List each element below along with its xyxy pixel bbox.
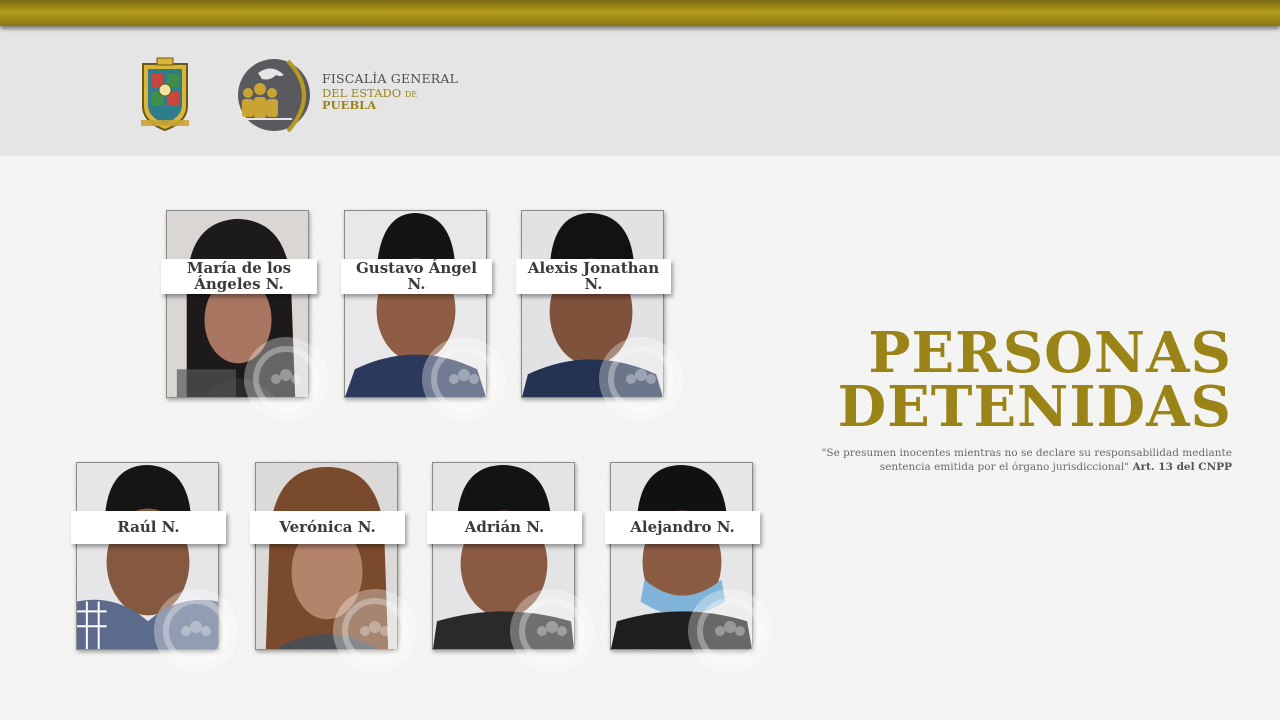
detainee-card: Adrián N. [427,462,594,673]
watermark-logo-icon [510,589,594,673]
title-block: PERSONAS DETENIDAS "Se presumen inocente… [822,320,1232,474]
agency-name: FISCALÍA GENERAL DEL ESTADO DE PUEBLA [322,71,462,112]
detainee-name-label: Alexis Jonathan N. [516,259,671,294]
detainee-card: Raúl N. [71,462,238,673]
detainee-card: Alejandro N. [605,462,772,673]
detainee-card: María de los Ángeles N. [161,210,328,421]
title-line-1: PERSONAS [868,320,1232,386]
fiscalia-logo-icon [238,59,310,133]
disclaimer-line-2: sentencia emitida por el órgano jurisdic… [822,460,1232,474]
detainee-name-label: María de los Ángeles N. [161,259,317,294]
top-gold-bar [0,0,1280,26]
disclaimer-line-1: "Se presumen inocentes mientras no se de… [821,447,1232,459]
watermark-logo-icon [599,337,683,421]
watermark-logo-icon [154,589,238,673]
detainee-name-label: Verónica N. [250,511,405,544]
agency-line-1: FISCALÍA GENERAL [322,71,459,86]
legal-disclaimer: "Se presumen inocentes mientras no se de… [822,446,1232,474]
watermark-logo-icon [422,337,506,421]
detainee-card: Verónica N. [250,462,417,673]
detainee-card: Alexis Jonathan N. [516,210,683,421]
title-line-2: DETENIDAS [837,374,1232,440]
watermark-logo-icon [244,337,328,421]
agency-line-3: PUEBLA [322,98,377,112]
coat-of-arms-icon [141,57,189,132]
disclaimer-line-2-text: sentencia emitida por el órgano jurisdic… [879,461,1130,473]
detainee-name-label: Adrián N. [427,511,582,544]
detainee-name-label: Gustavo Ángel N. [341,259,492,294]
agency-line-2b: DE [404,89,418,99]
disclaimer-reference: Art. 13 del CNPP [1132,461,1232,473]
detainee-name-label: Alejandro N. [605,511,760,544]
detainee-name-label: Raúl N. [71,511,226,544]
watermark-logo-icon [688,589,772,673]
watermark-logo-icon [333,589,417,673]
detainee-card: Gustavo Ángel N. [341,210,506,421]
